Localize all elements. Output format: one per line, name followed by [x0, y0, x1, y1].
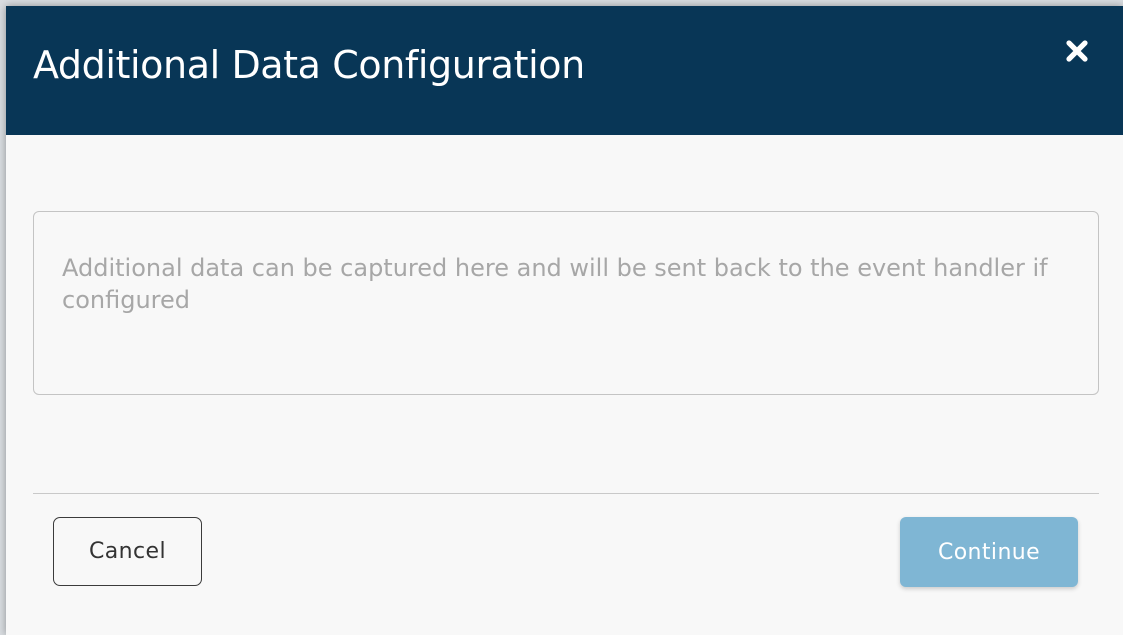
- additional-data-input[interactable]: [33, 211, 1099, 395]
- continue-button[interactable]: Continue: [900, 517, 1078, 587]
- footer-divider: [33, 493, 1099, 494]
- close-x-icon: [1066, 40, 1088, 62]
- additional-data-dialog: Additional Data Configuration Cancel Con…: [6, 6, 1123, 635]
- dialog-title: Additional Data Configuration: [33, 43, 585, 87]
- close-button[interactable]: [1062, 36, 1092, 66]
- dialog-header: Additional Data Configuration: [6, 6, 1123, 135]
- cancel-button[interactable]: Cancel: [53, 517, 202, 586]
